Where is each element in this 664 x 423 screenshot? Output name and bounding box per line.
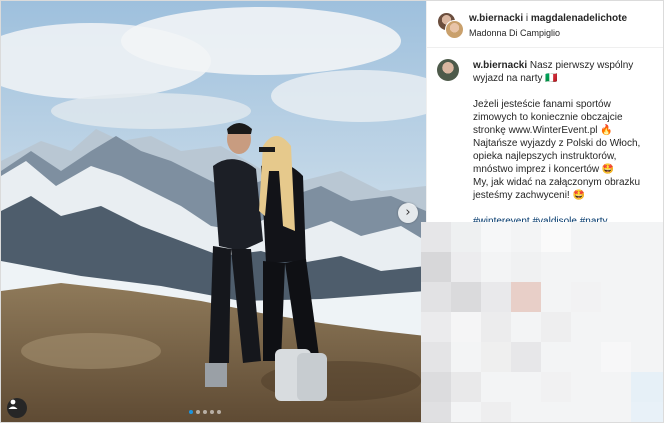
carousel-indicator [189,410,221,414]
flag-emoji: 🇮🇹 [545,73,558,84]
username-separator: i [525,13,529,24]
chevron-right-icon: › [405,205,411,220]
username-link[interactable]: w.biernacki [473,60,527,71]
caption-line: Jeżeli jesteście fanami sportów [473,99,611,110]
caption-line: stronkę www.WinterEvent.pl 🔥 [473,125,613,136]
post-frame: › w.biernacki i magdalenadelichote Madon… [0,0,664,423]
caption-line: mnóstwo imprez i koncertów 🤩 [473,164,615,175]
collab-usernames: w.biernacki i magdalenadelichote [469,13,627,24]
caption-text: w.biernacki Nasz pierwszy wspólny wyjazd… [473,59,659,228]
tagged-users-button[interactable] [7,398,27,418]
carousel-dot [189,410,193,414]
carousel-dot [210,410,214,414]
carousel-dot [203,410,207,414]
caption-line: jesteśmy zachwyceni! 🤩 [473,190,585,201]
caption-line: My, jak widać na załączonym obrazku [473,177,641,188]
caption-line: Najtańsze wyjazdy z Polski do Włoch, [473,138,641,149]
pixelated-censor-block [421,222,663,422]
photo-scene [1,1,426,422]
carousel-next-button[interactable]: › [398,203,418,223]
user-tag-icon [8,399,18,409]
post-photo[interactable]: › [1,1,426,422]
caption-line: opieka najlepszych instruktorów, [473,151,617,162]
post-header: w.biernacki i magdalenadelichote Madonna… [427,1,663,48]
carousel-dot [217,410,221,414]
avatar [445,20,464,39]
location-link[interactable]: Madonna Di Campiglio [469,28,560,38]
caption-line: zimowych to koniecznie obczajcie [473,112,623,123]
username-link[interactable]: magdalenadelichote [531,13,627,24]
avatar[interactable] [437,59,459,81]
username-link[interactable]: w.biernacki [469,13,523,24]
carousel-dot [196,410,200,414]
collab-avatars[interactable] [437,12,464,39]
